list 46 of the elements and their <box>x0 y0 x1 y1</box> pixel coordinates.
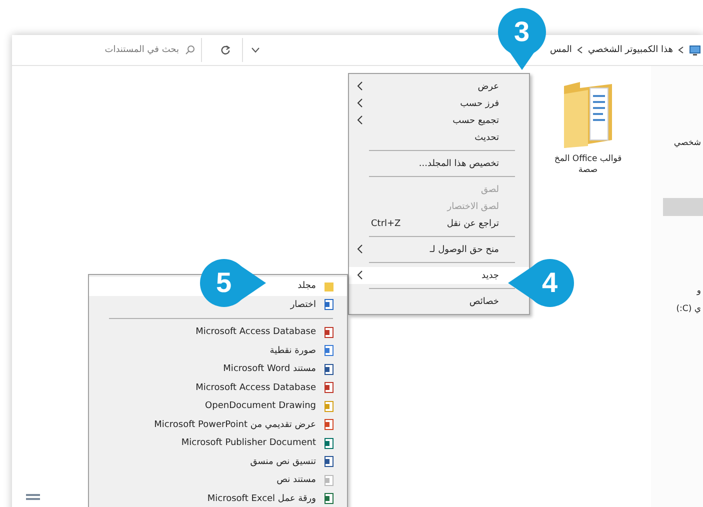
selection-bar <box>663 198 703 216</box>
file-icon <box>324 299 334 310</box>
menu-item[interactable]: تجميع حسب <box>349 112 529 129</box>
nav-item[interactable]: و <box>696 286 701 296</box>
file-icon <box>324 493 334 504</box>
file-icon <box>324 400 334 412</box>
menu-item[interactable]: تحديث <box>349 129 529 146</box>
breadcrumb[interactable]: هذا الكمبيوتر الشخصي <box>588 45 673 55</box>
menu-item[interactable]: Microsoft Access Database <box>89 378 347 397</box>
refresh-icon <box>220 44 230 56</box>
menu-item[interactable]: OpenDocument Drawing <box>89 397 347 416</box>
nav-item[interactable]: شخصي <box>674 138 701 148</box>
breadcrumb[interactable]: المس <box>550 45 572 55</box>
menu-item[interactable]: تنسيق نص منسق <box>89 452 347 471</box>
menu-item[interactable]: مستند نص <box>89 471 347 490</box>
menu-item[interactable]: Microsoft Access Database <box>89 323 347 342</box>
file-icon <box>324 474 334 486</box>
menu-item[interactable]: عرض تقديمي من Microsoft PowerPoint <box>89 416 347 434</box>
nav-item[interactable]: ي (C:) <box>676 304 701 314</box>
menu-item[interactable]: اختصار <box>89 296 347 314</box>
search-icon <box>185 45 195 55</box>
computer-icon <box>689 44 701 56</box>
file-icon <box>324 326 334 338</box>
menu-item[interactable]: ورقة عمل Microsoft Excel <box>89 490 347 507</box>
menu-item[interactable]: Microsoft Publisher Document <box>89 434 347 452</box>
file-icon <box>324 364 334 375</box>
file-icon <box>324 419 334 430</box>
folder-icon[interactable] <box>562 80 614 150</box>
search-field[interactable]: بحث في المستندات <box>18 44 181 56</box>
menu-item[interactable]: عرض <box>349 78 529 95</box>
menu-item[interactable]: مستند Microsoft Word <box>89 360 347 378</box>
menu-item[interactable]: فرز حسب <box>349 95 529 112</box>
dropdown-icon <box>251 47 260 53</box>
menu-item[interactable]: تخصيص هذا المجلد... <box>349 155 529 172</box>
folder-label[interactable]: قوالب Office المخ صصة <box>554 154 622 177</box>
breadcrumb-chevron-icon <box>678 46 684 54</box>
file-icon <box>324 382 334 394</box>
menu-item[interactable]: صورة نقطية <box>89 342 347 360</box>
file-icon <box>324 438 334 449</box>
breadcrumb-chevron-icon <box>576 46 583 54</box>
view-icon[interactable] <box>26 493 40 501</box>
file-icon <box>324 345 334 356</box>
file-icon <box>324 456 334 468</box>
step-callout: 4 <box>506 258 576 308</box>
menu-item[interactable]: منح حق الوصول لـ <box>349 241 529 258</box>
menu-item[interactable]: جديد <box>349 267 529 284</box>
